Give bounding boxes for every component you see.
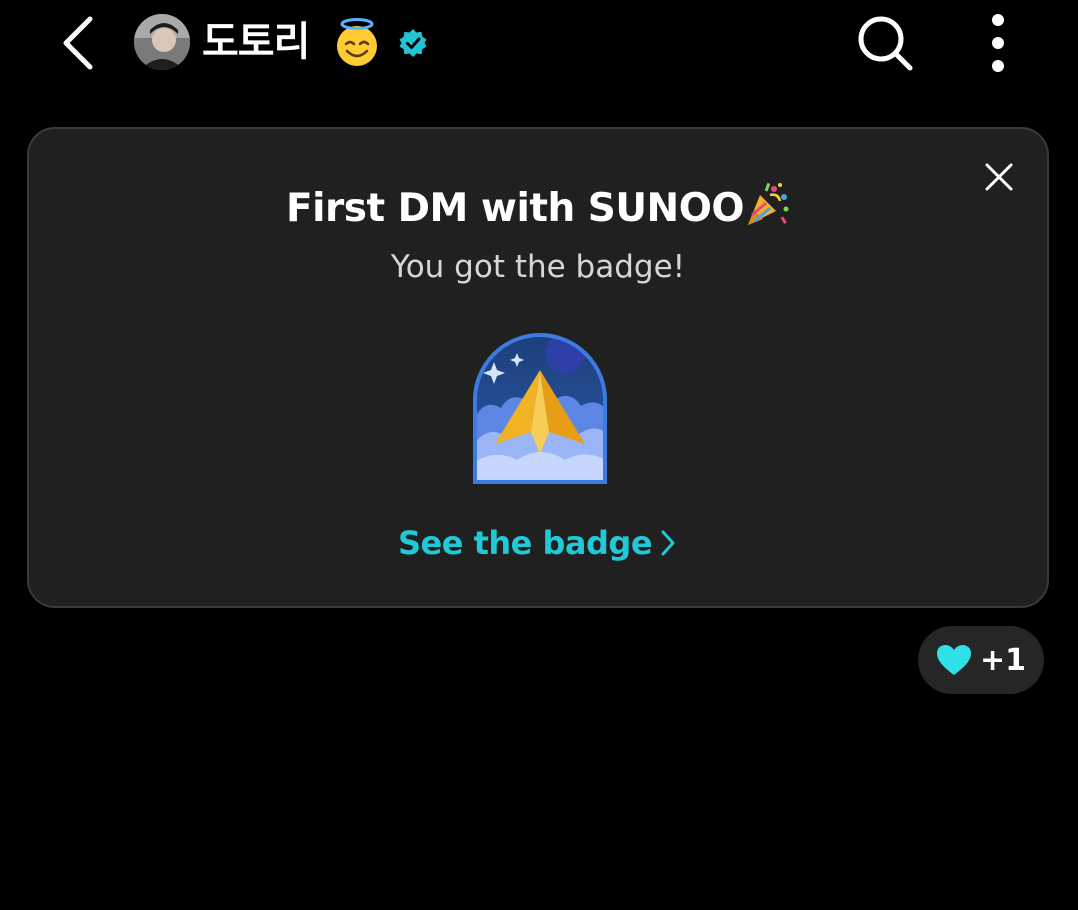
see-badge-label: See the badge (397, 524, 653, 562)
chat-user-name[interactable]: 도토리 (202, 16, 310, 68)
search-icon (858, 16, 913, 71)
verified-badge-icon (398, 28, 428, 58)
badge-card: First DM with SUNOO You got the badge! S… (27, 127, 1049, 608)
top-bar: 도토리 (0, 0, 1078, 86)
chevron-left-icon (63, 16, 93, 70)
party-popper-emoji-icon (748, 182, 789, 225)
badge-card-subtitle: You got the badge! (390, 249, 686, 285)
avatar[interactable] (134, 14, 190, 70)
more-options-button[interactable] (980, 12, 1016, 74)
back-button[interactable] (52, 14, 102, 72)
badge-card-title: First DM with SUNOO (29, 181, 1047, 233)
halo-smile-emoji-icon (332, 18, 382, 68)
paper-plane-badge-icon[interactable] (471, 332, 609, 484)
badge-title-text: First DM with SUNOO (285, 186, 745, 231)
heart-icon (936, 645, 971, 675)
chevron-right-icon (661, 530, 675, 556)
reaction-count: +1 (979, 642, 1026, 678)
search-button[interactable] (856, 14, 914, 72)
reaction-button[interactable]: +1 (918, 626, 1044, 694)
see-badge-link[interactable]: See the badge (29, 523, 1047, 563)
more-vertical-icon (992, 14, 1004, 72)
